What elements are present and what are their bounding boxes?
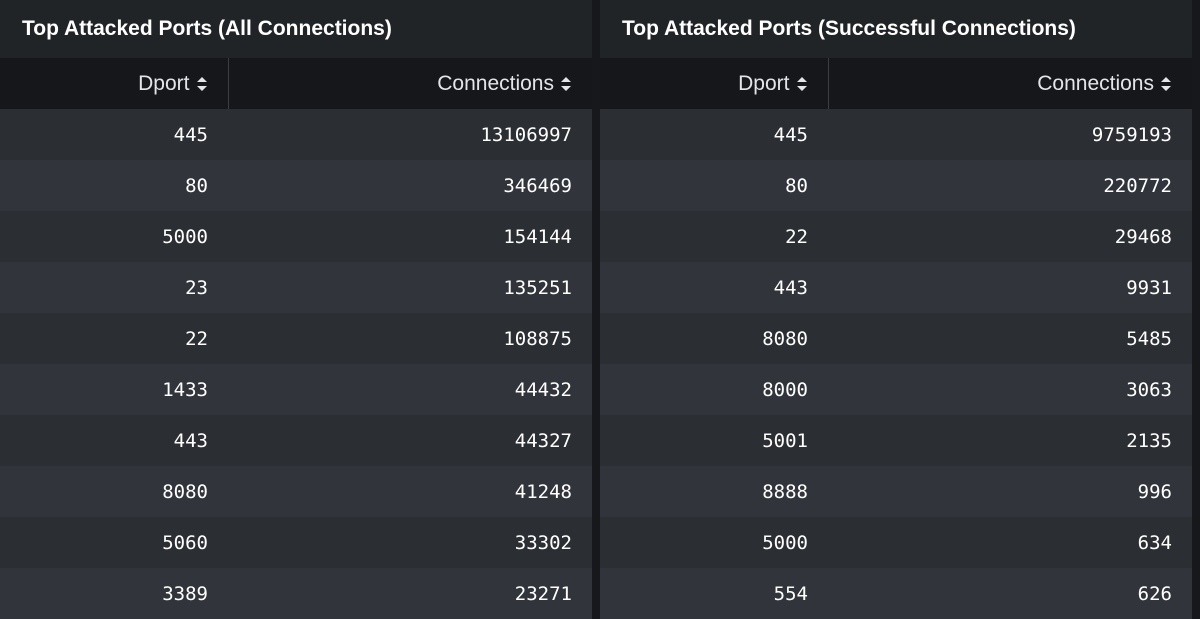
dport-cell: 443 bbox=[173, 429, 208, 452]
dport-cell: 8080 bbox=[162, 480, 208, 503]
table-row: 23 135251 bbox=[0, 262, 592, 313]
table-row: 445 9759193 bbox=[600, 109, 1192, 160]
connections-cell: 2135 bbox=[1126, 429, 1172, 452]
column-label: Dport bbox=[738, 71, 790, 95]
table-row: 443 44327 bbox=[0, 415, 592, 466]
table-row: 443 9931 bbox=[600, 262, 1192, 313]
table-row: 8080 5485 bbox=[600, 313, 1192, 364]
dashboard: Top Attacked Ports (All Connections) Dpo… bbox=[0, 0, 1200, 619]
connections-column-header[interactable]: Connections bbox=[228, 58, 592, 109]
table-row: 8888 996 bbox=[600, 466, 1192, 517]
panel-successful-connections: Top Attacked Ports (Successful Connectio… bbox=[600, 0, 1192, 619]
connections-cell: 108875 bbox=[503, 327, 572, 350]
connections-cell: 154144 bbox=[503, 225, 572, 248]
connections-cell: 220772 bbox=[1103, 174, 1172, 197]
table-row: 22 29468 bbox=[600, 211, 1192, 262]
panel-all-connections: Top Attacked Ports (All Connections) Dpo… bbox=[0, 0, 592, 619]
connections-cell: 626 bbox=[1137, 582, 1172, 605]
ports-table: Dport Connections 445 9759193 80 220772 22… bbox=[600, 58, 1192, 619]
connections-cell: 44327 bbox=[514, 429, 572, 452]
sort-icon bbox=[561, 76, 571, 91]
table-row: 8080 41248 bbox=[0, 466, 592, 517]
dport-cell: 22 bbox=[185, 327, 208, 350]
sort-icon bbox=[196, 76, 207, 91]
dport-cell: 80 bbox=[785, 174, 808, 197]
dport-column-header[interactable]: Dport bbox=[600, 58, 829, 109]
dport-cell: 5000 bbox=[162, 225, 208, 248]
dport-cell: 3389 bbox=[162, 582, 208, 605]
dport-cell: 1433 bbox=[162, 378, 208, 401]
sort-icon bbox=[1161, 76, 1171, 91]
ports-table: Dport Connections 445 13106997 80 346469 5… bbox=[0, 58, 592, 619]
dport-cell: 8000 bbox=[762, 378, 808, 401]
table-row: 8000 3063 bbox=[600, 364, 1192, 415]
connections-cell: 29468 bbox=[1114, 225, 1172, 248]
dport-cell: 445 bbox=[173, 123, 208, 146]
dport-cell: 5000 bbox=[762, 531, 808, 554]
table-row: 1433 44432 bbox=[0, 364, 592, 415]
table-row: 80 346469 bbox=[0, 160, 592, 211]
dport-cell: 443 bbox=[773, 276, 808, 299]
connections-cell: 13106997 bbox=[480, 123, 572, 146]
column-label: Dport bbox=[138, 71, 190, 95]
dport-cell: 445 bbox=[773, 123, 808, 146]
dport-cell: 8888 bbox=[762, 480, 808, 503]
panel-title: Top Attacked Ports (All Connections) bbox=[0, 0, 592, 58]
table-row: 3389 23271 bbox=[0, 568, 592, 619]
dport-cell: 554 bbox=[773, 582, 808, 605]
dport-cell: 5001 bbox=[762, 429, 808, 452]
connections-cell: 3063 bbox=[1126, 378, 1172, 401]
connections-cell: 5485 bbox=[1126, 327, 1172, 350]
table-header-row: Dport Connections bbox=[600, 58, 1192, 109]
table-row: 554 626 bbox=[600, 568, 1192, 619]
table-row: 5000 154144 bbox=[0, 211, 592, 262]
table-row: 80 220772 bbox=[600, 160, 1192, 211]
dport-cell: 5060 bbox=[162, 531, 208, 554]
table-row: 22 108875 bbox=[0, 313, 592, 364]
connections-cell: 634 bbox=[1137, 531, 1172, 554]
connections-cell: 996 bbox=[1137, 480, 1172, 503]
column-label: Connections bbox=[437, 71, 554, 95]
connections-cell: 346469 bbox=[503, 174, 572, 197]
panel-title: Top Attacked Ports (Successful Connectio… bbox=[600, 0, 1192, 58]
connections-cell: 44432 bbox=[514, 378, 572, 401]
dport-column-header[interactable]: Dport bbox=[0, 58, 229, 109]
table-row: 445 13106997 bbox=[0, 109, 592, 160]
connections-column-header[interactable]: Connections bbox=[828, 58, 1192, 109]
connections-cell: 41248 bbox=[514, 480, 572, 503]
connections-cell: 135251 bbox=[503, 276, 572, 299]
table-row: 5001 2135 bbox=[600, 415, 1192, 466]
table-row: 5060 33302 bbox=[0, 517, 592, 568]
column-label: Connections bbox=[1037, 71, 1154, 95]
dport-cell: 22 bbox=[785, 225, 808, 248]
table-header-row: Dport Connections bbox=[0, 58, 592, 109]
connections-cell: 33302 bbox=[514, 531, 572, 554]
connections-cell: 23271 bbox=[514, 582, 572, 605]
sort-icon bbox=[796, 76, 807, 91]
dport-cell: 23 bbox=[185, 276, 208, 299]
connections-cell: 9931 bbox=[1126, 276, 1172, 299]
connections-cell: 9759193 bbox=[1091, 123, 1172, 146]
table-row: 5000 634 bbox=[600, 517, 1192, 568]
dport-cell: 8080 bbox=[762, 327, 808, 350]
dport-cell: 80 bbox=[185, 174, 208, 197]
